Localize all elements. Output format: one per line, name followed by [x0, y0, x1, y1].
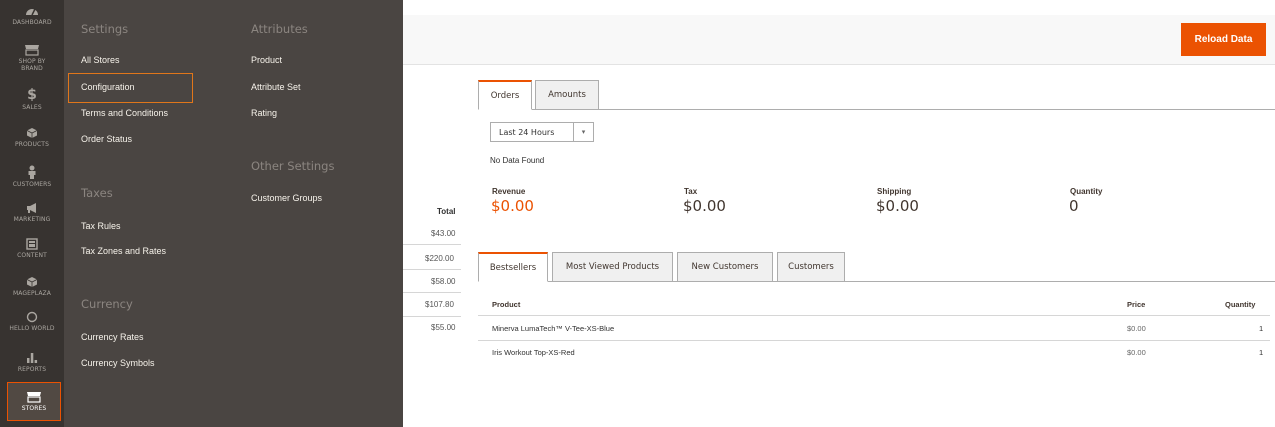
period-select[interactable]: Last 24 Hours ▾ [490, 122, 594, 142]
nav-label: SALES [22, 104, 42, 111]
nav-label: PRODUCTS [15, 141, 49, 148]
cube-icon [26, 128, 38, 138]
nav-mageplaza[interactable]: MAGEPLAZA [0, 276, 64, 304]
row-divider [403, 244, 461, 245]
nav-reports[interactable]: REPORTS [0, 351, 64, 379]
submenu-order-status[interactable]: Order Status [81, 134, 132, 144]
quantity-value: 0 [1069, 197, 1079, 215]
admin-dashboard: DASHBOARD SHOP BY BRAND $ SALES PRODUCTS… [0, 0, 1275, 427]
tab-customers[interactable]: Customers [777, 252, 845, 282]
nav-label: DASHBOARD [12, 19, 52, 26]
tax-label: Tax [684, 187, 698, 196]
nav-sales[interactable]: $ SALES [0, 88, 64, 118]
product-price: $0.00 [1127, 324, 1146, 333]
nav-products[interactable]: PRODUCTS [0, 127, 64, 157]
settings-heading: Settings [81, 22, 129, 36]
column-header-product: Product [492, 300, 521, 309]
tab-most-viewed-products[interactable]: Most Viewed Products [552, 252, 673, 282]
nav-hello-world[interactable]: HELLO WORLD [0, 311, 64, 341]
total-cell: $43.00 [431, 229, 456, 238]
product-price: $0.00 [1127, 348, 1146, 357]
nav-label: MARKETING [13, 216, 51, 223]
circle-icon [26, 311, 38, 323]
nav-dashboard[interactable]: DASHBOARD [0, 5, 64, 37]
dollar-icon: $ [27, 87, 37, 103]
megaphone-icon [27, 203, 36, 213]
tab-orders[interactable]: Orders [478, 80, 532, 110]
row-divider [403, 316, 461, 317]
store-front-icon [25, 45, 39, 56]
submenu-terms-and-conditions[interactable]: Terms and Conditions [81, 108, 168, 118]
period-select-value: Last 24 Hours [499, 127, 555, 137]
submenu-all-stores[interactable]: All Stores [81, 55, 120, 65]
submenu-currency-rates[interactable]: Currency Rates [81, 332, 144, 342]
layout-icon [26, 238, 38, 250]
nav-marketing[interactable]: MARKETING [0, 202, 64, 230]
total-cell: $220.00 [425, 254, 454, 263]
nav-stores[interactable]: STORES [7, 382, 61, 421]
revenue-label: Revenue [492, 187, 526, 196]
stores-submenu: Settings All Stores Configuration Terms … [64, 0, 403, 427]
submenu-rating[interactable]: Rating [251, 108, 277, 118]
totals-column-header: Total [437, 207, 456, 216]
nav-label: SHOP BY [18, 58, 46, 65]
nav-label-line2: BRAND [21, 65, 43, 72]
submenu-configuration[interactable]: Configuration [81, 82, 135, 92]
submenu-tax-rules[interactable]: Tax Rules [81, 221, 121, 231]
column-header-price: Price [1127, 300, 1146, 309]
page-header-bar [403, 15, 1275, 65]
submenu-tax-zones-and-rates[interactable]: Tax Zones and Rates [81, 246, 166, 256]
total-cell: $55.00 [431, 323, 456, 332]
column-header-quantity: Quantity [1225, 300, 1256, 309]
chevron-down-icon: ▾ [573, 123, 593, 141]
shipping-label: Shipping [877, 187, 912, 196]
product-name: Iris Workout Top-XS-Red [492, 348, 575, 357]
no-data-message: No Data Found [490, 156, 545, 165]
submenu-product[interactable]: Product [251, 55, 282, 65]
quantity-label: Quantity [1070, 187, 1103, 196]
dashboard-icon [26, 8, 38, 16]
nav-label: HELLO WORLD [9, 325, 55, 332]
nav-customers[interactable]: CUSTOMERS [0, 165, 64, 195]
tax-value: $0.00 [683, 197, 726, 215]
reload-data-button[interactable]: Reload Data [1181, 23, 1266, 56]
table-header-divider [478, 315, 1270, 316]
submenu-attribute-set[interactable]: Attribute Set [251, 82, 301, 92]
nav-label: REPORTS [17, 366, 47, 373]
admin-sidebar: DASHBOARD SHOP BY BRAND $ SALES PRODUCTS… [0, 0, 64, 427]
product-quantity: 1 [1259, 324, 1264, 333]
row-divider [403, 269, 461, 270]
attributes-heading: Attributes [251, 22, 308, 36]
nav-label: CUSTOMERS [12, 181, 52, 188]
row-divider [403, 292, 461, 293]
total-cell: $58.00 [431, 277, 456, 286]
cube-icon [26, 277, 38, 287]
person-icon [28, 165, 36, 179]
total-cell: $107.80 [425, 300, 454, 309]
bar-chart-icon [27, 353, 38, 363]
nav-content[interactable]: CONTENT [0, 238, 64, 268]
tab-new-customers[interactable]: New Customers [677, 252, 773, 282]
taxes-heading: Taxes [81, 186, 113, 200]
product-name: Minerva LumaTech™ V-Tee-XS-Blue [492, 324, 615, 333]
shipping-value: $0.00 [876, 197, 919, 215]
tab-amounts[interactable]: Amounts [535, 80, 599, 110]
currency-heading: Currency [81, 297, 133, 311]
submenu-currency-symbols[interactable]: Currency Symbols [81, 358, 155, 368]
submenu-customer-groups[interactable]: Customer Groups [251, 193, 322, 203]
nav-label: CONTENT [17, 252, 47, 259]
nav-label: STORES [21, 405, 47, 412]
product-quantity: 1 [1259, 348, 1264, 357]
revenue-value: $0.00 [491, 197, 534, 215]
nav-shop-by-brand[interactable]: SHOP BY BRAND [0, 44, 64, 78]
store-front-icon [27, 392, 41, 403]
tab-bestsellers[interactable]: Bestsellers [478, 252, 548, 282]
other-settings-heading: Other Settings [251, 159, 335, 173]
nav-label: MAGEPLAZA [13, 290, 51, 297]
row-divider [478, 340, 1270, 341]
